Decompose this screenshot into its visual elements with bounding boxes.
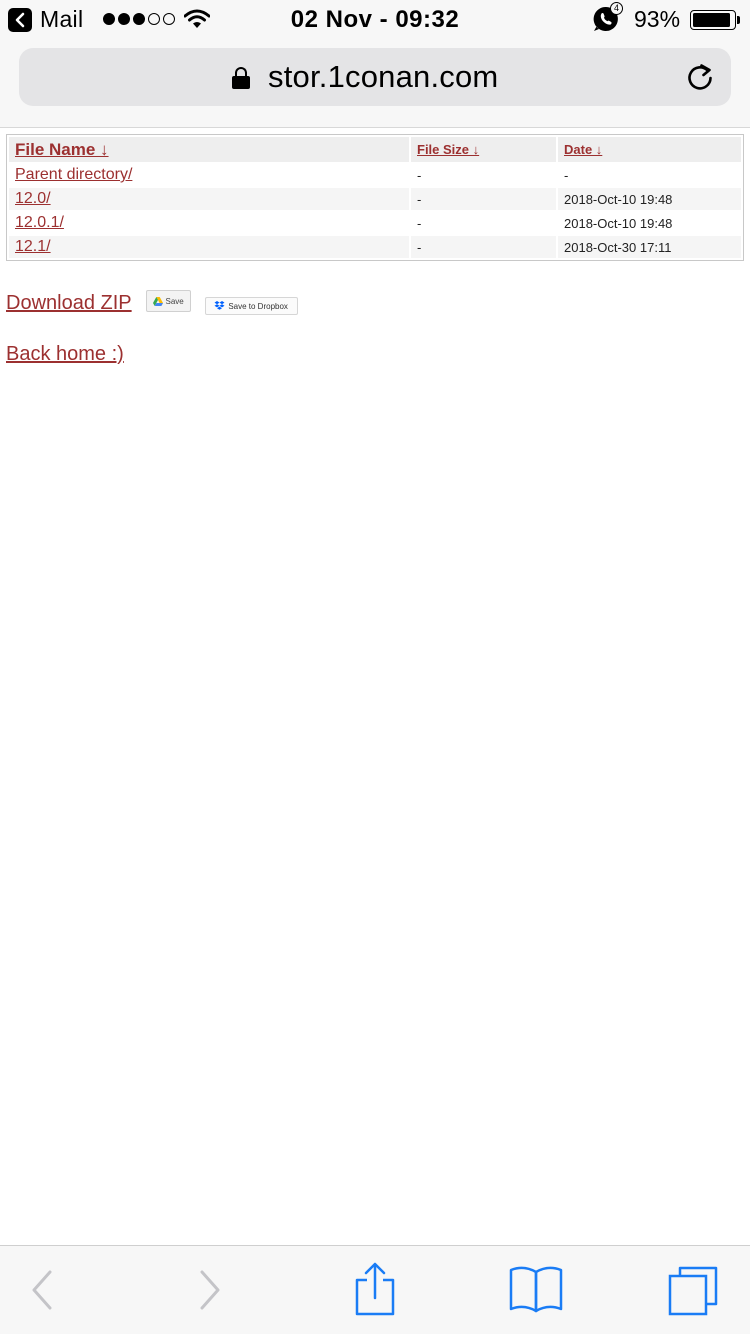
tabs-icon[interactable] bbox=[666, 1262, 722, 1323]
sort-by-date-link[interactable]: Date ↓ bbox=[564, 142, 602, 157]
file-listing-table: File Name ↓ File Size ↓ Date ↓ Parent di… bbox=[6, 134, 744, 261]
google-drive-save-label: Save bbox=[165, 296, 184, 306]
back-icon[interactable] bbox=[28, 1262, 56, 1323]
bookmarks-icon[interactable] bbox=[508, 1262, 564, 1323]
back-to-app-icon[interactable] bbox=[8, 8, 32, 32]
battery-icon bbox=[690, 10, 736, 30]
battery-tip bbox=[737, 16, 740, 24]
google-drive-save-button[interactable]: Save bbox=[145, 290, 191, 312]
table-row: 12.1/ - 2018-Oct-30 17:11 bbox=[9, 236, 741, 258]
wifi-icon bbox=[183, 9, 211, 34]
back-home-link[interactable]: Back home :) bbox=[6, 343, 124, 366]
dropbox-save-label: Save to Dropbox bbox=[228, 301, 288, 311]
header-file-size: File Size ↓ bbox=[411, 137, 556, 162]
dropbox-save-button[interactable]: Save to Dropbox bbox=[204, 297, 298, 315]
table-header-row: File Name ↓ File Size ↓ Date ↓ bbox=[9, 137, 741, 162]
reload-icon[interactable] bbox=[685, 62, 715, 97]
sort-by-name-link[interactable]: File Name ↓ bbox=[15, 140, 109, 159]
status-bar: Mail 02 Nov - 09:32 4 93% bbox=[0, 0, 750, 40]
date-cell: 2018-Oct-10 19:48 bbox=[558, 188, 741, 210]
share-icon[interactable] bbox=[353, 1262, 397, 1323]
back-app-label[interactable]: Mail bbox=[40, 6, 83, 33]
date-cell: - bbox=[564, 167, 569, 183]
folder-link[interactable]: 12.0/ bbox=[15, 190, 51, 207]
table-row: 12.0.1/ - 2018-Oct-10 19:48 bbox=[9, 212, 741, 234]
battery-fill bbox=[693, 13, 731, 27]
file-size-cell: - bbox=[411, 188, 556, 210]
parent-directory-link[interactable]: Parent directory/ bbox=[15, 166, 132, 183]
folder-link[interactable]: 12.1/ bbox=[15, 238, 51, 255]
date-cell: 2018-Oct-30 17:11 bbox=[558, 236, 741, 258]
forward-icon[interactable] bbox=[196, 1262, 224, 1323]
browser-toolbar bbox=[0, 1245, 750, 1334]
battery-percent: 93% bbox=[634, 6, 681, 32]
date-cell: 2018-Oct-10 19:48 bbox=[564, 215, 673, 231]
file-size-cell: - bbox=[417, 167, 422, 183]
signal-strength-icon bbox=[103, 13, 175, 25]
folder-link[interactable]: 12.0.1/ bbox=[15, 214, 64, 231]
url-text[interactable]: stor.1conan.com bbox=[268, 59, 498, 95]
table-row: Parent directory/ - - bbox=[9, 164, 741, 186]
notification-badge: 4 bbox=[610, 2, 623, 15]
download-zip-link[interactable]: Download ZIP bbox=[6, 292, 132, 315]
header-file-name: File Name ↓ bbox=[9, 137, 409, 162]
file-size-cell: - bbox=[411, 236, 556, 258]
table-row: 12.0/ - 2018-Oct-10 19:48 bbox=[9, 188, 741, 210]
browser-address-area: stor.1conan.com bbox=[0, 40, 750, 128]
file-size-cell: - bbox=[417, 215, 422, 231]
sort-by-size-link[interactable]: File Size ↓ bbox=[417, 142, 479, 157]
lock-icon bbox=[232, 67, 250, 89]
url-bar[interactable]: stor.1conan.com bbox=[19, 48, 731, 106]
download-actions: Download ZIP Save Save to Dropbox bbox=[6, 290, 298, 315]
dropbox-icon bbox=[214, 301, 225, 310]
header-date: Date ↓ bbox=[558, 137, 741, 162]
google-drive-icon bbox=[152, 296, 163, 306]
